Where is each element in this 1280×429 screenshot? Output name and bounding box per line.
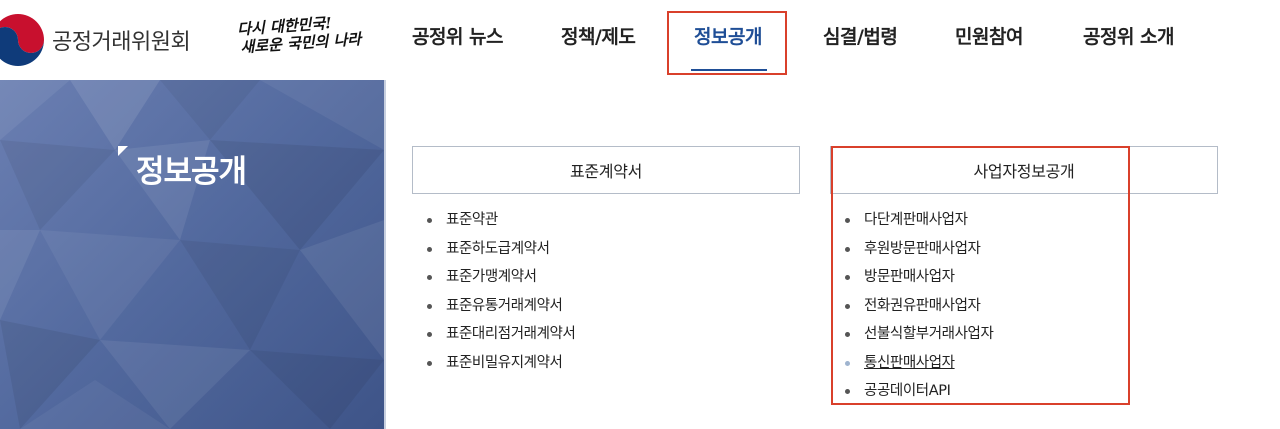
list-item[interactable]: 표준약관 (424, 206, 575, 235)
list-item[interactable]: 표준비밀유지계약서 (424, 349, 575, 378)
list-item[interactable]: 표준유통거래계약서 (424, 292, 575, 321)
corner-bracket-icon (118, 146, 128, 156)
logo-text: 공정거래위원회 (52, 30, 191, 55)
site-header: 공정거래위원회 다시 대한민국! 새로운 국민의 나라 공정위 뉴스 정책/제도… (0, 0, 1280, 80)
section-banner: 정보공개 (0, 80, 384, 429)
nav-item-policy[interactable]: 정책/제도 (561, 22, 636, 49)
highlight-box-nav (667, 11, 787, 75)
triangle-pattern-background (0, 80, 384, 429)
taegeuk-logo-icon (0, 14, 44, 66)
standard-contracts-list: 표준약관 표준하도급계약서 표준가맹계약서 표준유통거래계약서 표준대리점거래계… (424, 206, 576, 378)
nav-item-civil-participation[interactable]: 민원참여 (955, 22, 1023, 49)
highlight-box-business-disclosure (831, 146, 1130, 405)
site-logo[interactable]: 공정거래위원회 (0, 14, 191, 66)
list-item[interactable]: 표준가맹계약서 (424, 263, 575, 292)
list-item[interactable]: 표준대리점거래계약서 (424, 320, 576, 349)
panel-divider (384, 80, 386, 429)
nav-item-news[interactable]: 공정위 뉴스 (412, 22, 504, 49)
nav-item-decisions-laws[interactable]: 심결/법령 (823, 22, 898, 49)
slogan-calligraphy: 다시 대한민국! 새로운 국민의 나라 (237, 12, 370, 65)
nav-item-about[interactable]: 공정위 소개 (1083, 22, 1175, 49)
list-item[interactable]: 표준하도급계약서 (424, 235, 575, 264)
column-heading-standard-contracts[interactable]: 표준계약서 (412, 146, 800, 194)
section-title: 정보공개 (136, 154, 247, 190)
